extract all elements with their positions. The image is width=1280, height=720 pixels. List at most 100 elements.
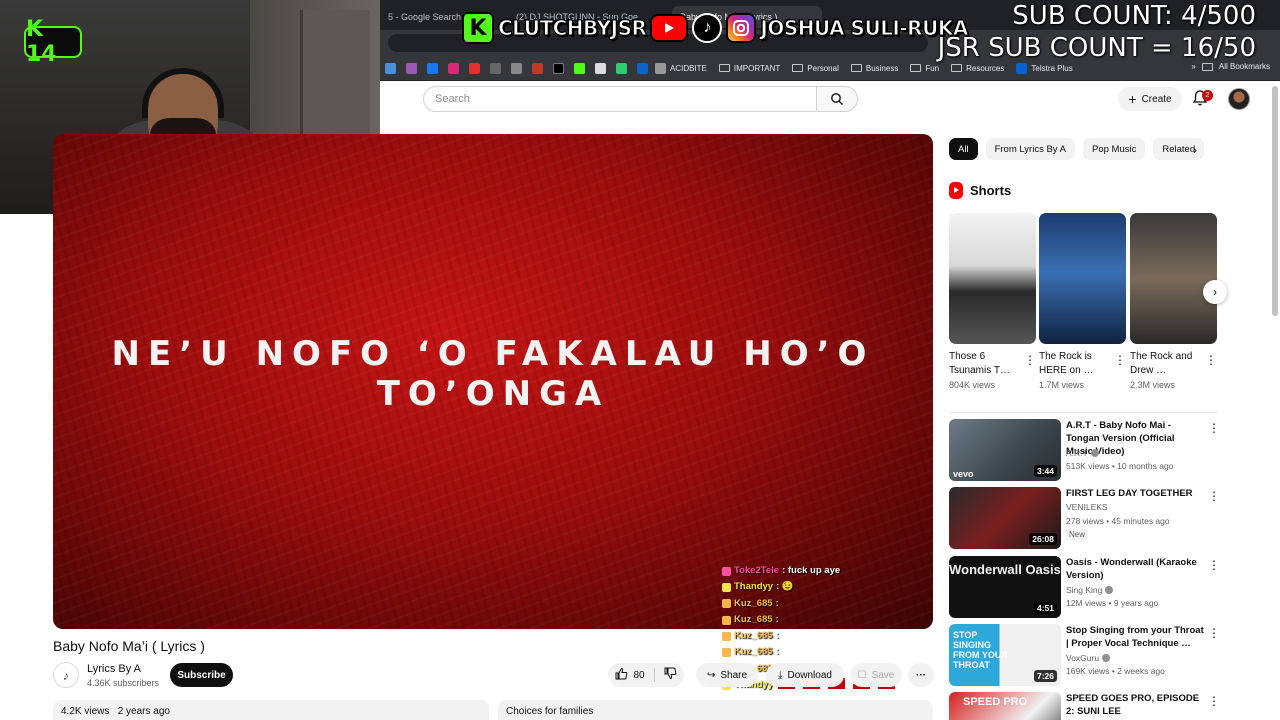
screen: 5 - Google Search (2) DJ SHOTGUNN - Sun … [0, 0, 1280, 720]
channel-subscribers: 4.36K subscribers [87, 678, 160, 688]
video-title[interactable]: SPEED GOES PRO, EPISODE 2: SUNI LEE [1066, 692, 1204, 718]
thumbs-down-icon[interactable] [664, 667, 677, 683]
search-button[interactable] [816, 86, 858, 112]
video-player[interactable]: NE’U NOFO ‘O FAKALAU HO’O TO’ONGA [53, 134, 933, 629]
bookmark-folder-resources[interactable]: Resources [951, 64, 1004, 73]
bookmark-telstra-plus[interactable]: Telstra Plus [1016, 62, 1073, 74]
chat-message: Kuz_685 : [722, 596, 932, 612]
families-panel[interactable]: Choices for families [498, 700, 933, 720]
thumb-label: SPEED PRO [963, 696, 1028, 708]
video-thumbnail[interactable]: Wonderwall Oasis 4:51 [949, 556, 1061, 618]
bookmark-folder-important[interactable]: IMPORTANT [718, 64, 780, 73]
video-title[interactable]: Oasis - Wonderwall (Karaoke Version) [1066, 556, 1204, 582]
shorts-next-button[interactable]: › [1203, 280, 1227, 304]
channel-name[interactable]: Lyrics By A [87, 663, 141, 675]
video-title[interactable]: Stop Singing from your Throat | Proper V… [1066, 624, 1204, 650]
bookmark-folder-fun[interactable]: Fun [910, 64, 939, 73]
facebook-icon[interactable] [427, 62, 438, 74]
linkedin-icon[interactable] [637, 62, 648, 74]
more-vertical-icon[interactable]: ⋮ [1208, 421, 1220, 435]
acidbite-icon [655, 62, 666, 74]
chip-pop-music[interactable]: Pop Music [1083, 138, 1146, 160]
bookmark-favicon[interactable] [490, 62, 501, 74]
avatar[interactable] [1228, 88, 1250, 110]
more-vertical-icon[interactable]: ⋮ [1024, 353, 1036, 367]
bookmark-favicon[interactable] [511, 62, 522, 74]
bookmark-folder-business[interactable]: Business [850, 63, 899, 73]
video-channel[interactable]: VoxGuru [1066, 653, 1111, 663]
bookmark-favicon[interactable] [595, 62, 606, 74]
bookmark-acidbite[interactable]: ACIDBITE [655, 62, 707, 74]
video-thumbnail[interactable]: 26:08 [949, 487, 1061, 549]
page-scrollbar[interactable] [1272, 86, 1278, 316]
subscribe-button[interactable]: Subscribe [170, 663, 233, 687]
short-title[interactable]: The Rock and Drew … [1130, 350, 1202, 378]
search-input[interactable]: Search [423, 86, 817, 112]
chat-text: : 😉 [776, 581, 794, 593]
more-vertical-icon[interactable]: ⋮ [1114, 353, 1126, 367]
chevron-right-icon[interactable]: › [1193, 143, 1209, 159]
kick-icon[interactable] [574, 62, 585, 74]
video-meta: 513K views • 10 months ago [1066, 461, 1174, 471]
chip-from-channel[interactable]: From Lyrics By A [985, 138, 1075, 160]
bookmark-label: ACIDBITE [670, 63, 707, 73]
short-thumbnail[interactable] [1130, 213, 1217, 344]
share-button[interactable]: ↪ Share [696, 663, 758, 687]
video-channel[interactable]: VENILEKS [1066, 502, 1108, 512]
bookmark-label: Business [865, 63, 899, 73]
short-title[interactable]: The Rock is HERE on … [1039, 350, 1111, 378]
video-thumbnail[interactable]: SPEED PRO [949, 692, 1061, 720]
bookmark-label: Fun [925, 63, 940, 73]
short-thumbnail[interactable] [1039, 213, 1126, 344]
short-title[interactable]: Those 6 Tsunamis T… [949, 350, 1021, 378]
tab-google-search[interactable]: 5 - Google Search [380, 6, 472, 28]
bookmark-folder-personal[interactable]: Personal [792, 64, 839, 73]
thumbs-up-icon[interactable] [615, 667, 628, 683]
bookmark-favicon[interactable] [469, 62, 480, 74]
bookmark-favicon[interactable] [385, 62, 396, 74]
short-card[interactable]: Those 6 Tsunamis T… 804K views ⋮ [949, 213, 1036, 390]
chat-message: Kuz_685 : [722, 644, 932, 660]
chat-message: Toke2Tele: fuck up aye [722, 563, 932, 579]
create-label: Create [1141, 93, 1172, 105]
chat-badge-icon [722, 631, 731, 641]
more-vertical-icon[interactable]: ⋮ [1208, 558, 1220, 572]
more-vertical-icon[interactable]: ⋮ [1208, 489, 1220, 503]
shorts-icon [949, 182, 963, 199]
x-icon[interactable] [553, 62, 564, 74]
save-button[interactable]: ☐ Save [850, 663, 902, 687]
sub-counters: SUB COUNT: 4/500 JSR SUB COUNT = 16/50 [938, 0, 1256, 64]
bookmark-favicon[interactable] [532, 62, 543, 74]
recommended-video[interactable]: vevo 3:44 A.R.T - Baby Nofo Mai - Tongan… [949, 419, 1220, 481]
video-title: Baby Nofo Ma’i ( Lyrics ) [53, 638, 205, 654]
video-meta: 278 views • 45 minutes ago [1066, 516, 1170, 526]
recommended-video[interactable]: 26:08 FIRST LEG DAY TOGETHER VENILEKS 27… [949, 487, 1220, 549]
video-title[interactable]: FIRST LEG DAY TOGETHER [1066, 487, 1204, 500]
more-vertical-icon[interactable]: ⋮ [1208, 694, 1219, 708]
jsr-sub-count: JSR SUB COUNT = 16/50 [937, 33, 1256, 63]
bookmark-favicon[interactable] [616, 62, 627, 74]
video-channel[interactable]: Sing King [1066, 585, 1114, 595]
bookmark-favicon[interactable] [406, 62, 417, 74]
chip-all[interactable]: All [949, 138, 978, 160]
short-card[interactable]: The Rock is HERE on … 1.7M views ⋮ [1039, 213, 1126, 390]
recommended-video[interactable]: Wonderwall Oasis 4:51 Oasis - Wonderwall… [949, 556, 1220, 618]
download-button[interactable]: ⤓ Download [766, 663, 844, 687]
short-thumbnail[interactable] [949, 213, 1036, 344]
video-thumbnail[interactable]: STOP SINGING FROM YOUR THROAT 7:26 [949, 624, 1061, 686]
create-button[interactable]: + Create [1118, 87, 1182, 111]
more-actions-button[interactable]: ··· [908, 663, 934, 687]
recommended-video[interactable]: STOP SINGING FROM YOUR THROAT 7:26 Stop … [949, 624, 1220, 686]
more-vertical-icon[interactable]: ⋮ [1205, 353, 1217, 367]
channel-label: A.R.T [1066, 448, 1088, 458]
video-channel[interactable]: A.R.T [1066, 448, 1099, 458]
channel-avatar[interactable]: ♪ [53, 662, 79, 688]
short-card[interactable]: The Rock and Drew … 2.3M views ⋮ [1130, 213, 1217, 390]
video-thumbnail[interactable]: vevo 3:44 [949, 419, 1061, 481]
description-box[interactable]: 4.2K views 2 years ago [53, 700, 489, 720]
more-vertical-icon[interactable]: ⋮ [1208, 626, 1220, 640]
recommended-video[interactable]: SPEED PRO SPEED GOES PRO, EPISODE 2: SUN… [949, 692, 1219, 720]
instagram-icon[interactable] [448, 62, 459, 74]
like-count[interactable]: 80 [633, 670, 644, 681]
save-icon: ☐ [857, 669, 867, 681]
